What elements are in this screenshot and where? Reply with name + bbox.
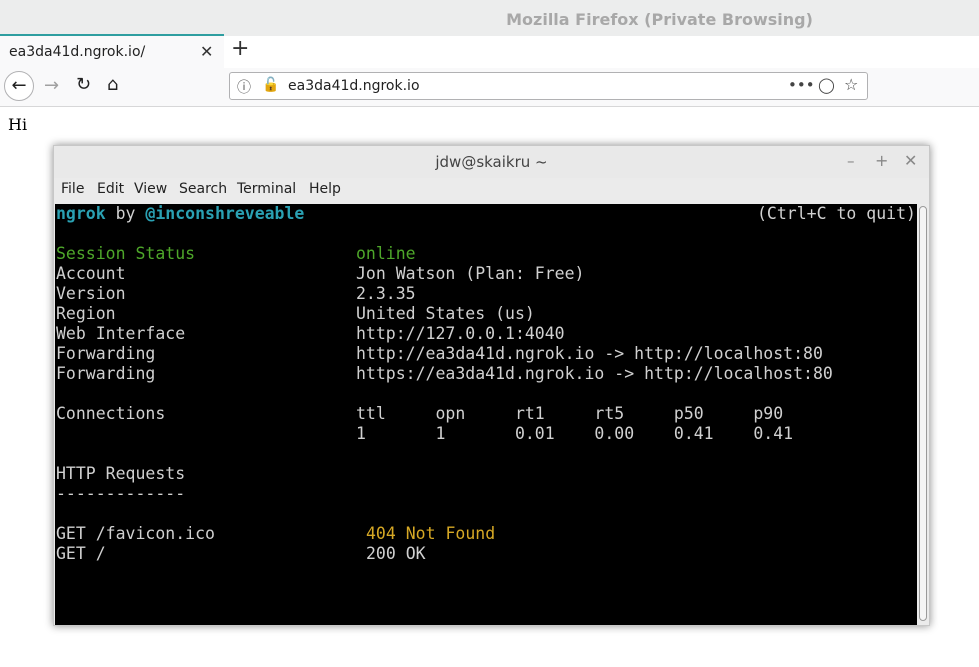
browser-titlebar: Mozilla Firefox (Private Browsing) [0, 0, 979, 36]
menu-help[interactable]: Help [309, 181, 341, 197]
row-label: Forwarding [56, 364, 156, 383]
close-icon[interactable]: ✕ [904, 151, 917, 170]
row-value: 2.3.35 [356, 284, 416, 303]
tab-close-icon[interactable]: ✕ [200, 42, 213, 61]
terminal-title: jdw@skaikru ~ [435, 153, 548, 171]
row-label: Version [56, 284, 126, 303]
request-line: GET /favicon.ico [56, 524, 215, 543]
page-actions-icon[interactable]: ••• [788, 76, 815, 94]
menu-edit[interactable]: Edit [97, 181, 124, 197]
terminal-titlebar[interactable]: jdw@skaikru ~ – + ✕ [54, 146, 929, 178]
new-tab-button[interactable]: + [231, 36, 249, 62]
ngrok-header: ngrok by @inconshreveable [56, 204, 305, 223]
page-content-text: Hi [8, 115, 28, 134]
request-status: 404 Not Found [366, 524, 496, 543]
url-bar[interactable]: ⓘ 🔓 ea3da41d.ngrok.io ••• ◯ ☆ [229, 72, 868, 100]
menu-terminal[interactable]: Terminal [237, 181, 296, 197]
insecure-lock-icon[interactable]: 🔓 [262, 77, 279, 93]
http-requests-label: HTTP Requests [56, 464, 186, 483]
bookmark-star-icon[interactable]: ☆ [844, 75, 858, 94]
menu-file[interactable]: File [61, 181, 84, 197]
row-value: http://ea3da41d.ngrok.io -> http://local… [356, 344, 823, 363]
tab-title: ea3da41d.ngrok.io/ [9, 44, 146, 60]
menu-view[interactable]: View [134, 181, 167, 197]
row-value: Jon Watson (Plan: Free) [356, 264, 585, 283]
menu-search[interactable]: Search [179, 181, 227, 197]
quit-hint: (Ctrl+C to quit) [757, 204, 916, 223]
row-label: Forwarding [56, 344, 156, 363]
request-status: 200 OK [366, 544, 426, 563]
row-label: Account [56, 264, 126, 283]
maximize-icon[interactable]: + [875, 151, 888, 170]
terminal-menubar: File Edit View Search Terminal Help [54, 178, 929, 204]
browser-window-title: Mozilla Firefox (Private Browsing) [506, 10, 813, 29]
reload-icon[interactable]: ↻ [76, 74, 91, 95]
pocket-icon[interactable]: ◯ [818, 76, 835, 94]
row-value: United States (us) [356, 304, 535, 323]
request-line: GET / [56, 544, 106, 563]
session-status-label: Session Status [56, 244, 196, 263]
browser-tab[interactable]: ea3da41d.ngrok.io/ ✕ [0, 34, 224, 70]
terminal-scrollbar[interactable] [917, 204, 929, 625]
back-arrow-icon[interactable]: ← [4, 71, 34, 101]
row-value: http://127.0.0.1:4040 [356, 324, 565, 343]
connections-values: 1 1 0.01 0.00 0.41 0.41 [356, 424, 794, 443]
http-requests-divider: ------------- [56, 484, 186, 503]
connections-headers: ttl opn rt1 rt5 p50 p90 [356, 404, 784, 423]
minimize-icon[interactable]: – [847, 152, 855, 170]
row-label: Region [56, 304, 116, 323]
info-icon[interactable]: ⓘ [237, 77, 251, 97]
row-label: Web Interface [56, 324, 186, 343]
scrollbar-thumb[interactable] [919, 206, 927, 621]
connections-label: Connections [56, 404, 166, 423]
terminal-output[interactable]: ngrok by @inconshreveable (Ctrl+C to qui… [55, 204, 917, 625]
terminal-window[interactable]: jdw@skaikru ~ – + ✕ File Edit View Searc… [53, 145, 930, 626]
row-value: https://ea3da41d.ngrok.io -> http://loca… [356, 364, 833, 383]
url-text[interactable]: ea3da41d.ngrok.io [288, 78, 420, 94]
home-icon[interactable]: ⌂ [107, 74, 118, 95]
forward-arrow-icon[interactable]: → [44, 75, 59, 96]
session-status-value: online [356, 244, 416, 263]
